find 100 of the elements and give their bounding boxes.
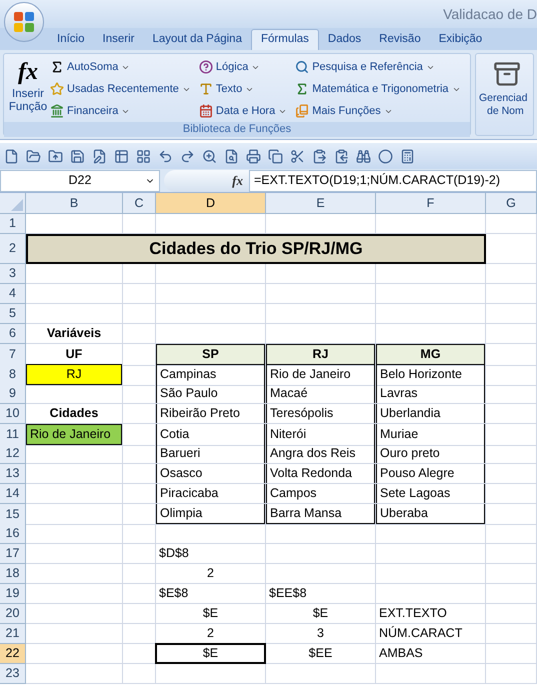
ribbon-tab[interactable]: Início — [48, 29, 94, 50]
empty-cell[interactable] — [486, 484, 537, 504]
empty-cell[interactable] — [156, 304, 266, 324]
save-icon[interactable] — [70, 148, 85, 164]
empty-cell[interactable] — [123, 624, 156, 644]
empty-cell[interactable] — [156, 524, 266, 544]
ribbon-command[interactable]: Mais Funções — [295, 100, 461, 122]
copy-icon[interactable] — [268, 148, 283, 164]
undo-icon[interactable] — [158, 148, 173, 164]
empty-cell[interactable] — [123, 444, 156, 464]
ribbon-tab[interactable]: Inserir — [94, 29, 144, 50]
empty-cell[interactable] — [376, 264, 486, 284]
row-header[interactable]: 8 — [0, 364, 26, 386]
row-header[interactable]: 21 — [0, 624, 26, 644]
ribbon-command[interactable]: Pesquisa e Referência — [295, 56, 461, 78]
ribbon-command[interactable]: Texto — [198, 78, 288, 100]
empty-cell[interactable] — [123, 664, 156, 684]
ribbon-command[interactable]: Data e Hora — [198, 100, 288, 122]
empty-cell[interactable] — [266, 524, 376, 544]
preview-icon[interactable] — [224, 148, 239, 164]
empty-cell[interactable] — [376, 664, 486, 684]
empty-cell[interactable] — [123, 284, 156, 304]
column-header[interactable]: D — [156, 193, 266, 213]
folder-icon[interactable] — [48, 148, 63, 164]
ribbon-command[interactable]: AutoSoma — [50, 56, 191, 78]
row-header[interactable]: 22 — [0, 644, 26, 664]
empty-cell[interactable] — [123, 544, 156, 564]
empty-cell[interactable] — [486, 584, 537, 604]
empty-cell[interactable] — [123, 264, 156, 284]
row-header[interactable]: 10 — [0, 404, 26, 424]
empty-cell[interactable] — [123, 564, 156, 584]
row-header[interactable]: 23 — [0, 664, 26, 684]
empty-cell[interactable] — [123, 304, 156, 324]
open-folder-icon[interactable] — [26, 148, 41, 164]
empty-cell[interactable] — [123, 584, 156, 604]
empty-cell[interactable] — [486, 364, 537, 386]
empty-cell[interactable] — [376, 524, 486, 544]
paste-icon[interactable] — [312, 148, 327, 164]
empty-cell[interactable] — [123, 324, 156, 344]
row-header[interactable]: 13 — [0, 464, 26, 484]
empty-cell[interactable] — [486, 384, 537, 404]
ribbon-tab[interactable]: Revisão — [370, 29, 430, 50]
row-header[interactable]: 15 — [0, 504, 26, 525]
empty-cell[interactable] — [156, 664, 266, 684]
ribbon-command[interactable]: Matemática e Trigonometria — [295, 78, 461, 100]
empty-cell[interactable] — [266, 564, 376, 584]
row-header[interactable]: 9 — [0, 384, 26, 404]
row-header[interactable]: 7 — [0, 344, 26, 366]
calculator-icon[interactable] — [400, 148, 415, 164]
empty-cell[interactable] — [156, 284, 266, 304]
empty-cell[interactable] — [486, 214, 537, 234]
row-header[interactable]: 17 — [0, 544, 26, 564]
empty-cell[interactable] — [266, 544, 376, 564]
empty-cell[interactable] — [486, 564, 537, 584]
printer-icon[interactable] — [246, 148, 261, 164]
empty-cell[interactable] — [266, 284, 376, 304]
empty-cell[interactable] — [486, 324, 537, 344]
empty-cell[interactable] — [486, 544, 537, 564]
row-header[interactable]: 12 — [0, 444, 26, 464]
row-header[interactable]: 20 — [0, 604, 26, 624]
column-header[interactable]: F — [376, 193, 486, 213]
row-header[interactable]: 18 — [0, 564, 26, 584]
ribbon-command[interactable]: Financeira — [50, 100, 191, 122]
row-header[interactable]: 4 — [0, 284, 26, 304]
row-header[interactable]: 1 — [0, 214, 26, 234]
ribbon-tab[interactable]: Layout da Página — [143, 29, 251, 50]
row-header[interactable]: 5 — [0, 304, 26, 324]
empty-cell[interactable] — [123, 404, 156, 424]
empty-cell[interactable] — [376, 564, 486, 584]
edit-file-icon[interactable] — [92, 148, 107, 164]
ribbon-command[interactable]: Lógica — [198, 56, 288, 78]
empty-cell[interactable] — [486, 304, 537, 324]
empty-cell[interactable] — [123, 504, 156, 525]
formula-field[interactable]: =EXT.TEXTO(D19;1;NÚM.CARACT(D19)-2) — [249, 170, 537, 192]
ribbon-tab[interactable]: Fórmulas — [250, 29, 319, 50]
empty-cell[interactable] — [266, 264, 376, 284]
empty-cell[interactable] — [123, 604, 156, 624]
row-header[interactable]: 2 — [0, 234, 26, 264]
ribbon-tab[interactable]: Dados — [318, 29, 370, 50]
column-header[interactable]: G — [486, 193, 537, 213]
empty-cell[interactable] — [376, 284, 486, 304]
cut-icon[interactable] — [290, 148, 305, 164]
empty-cell[interactable] — [486, 644, 537, 664]
empty-cell[interactable] — [123, 384, 156, 404]
empty-cell[interactable] — [123, 524, 156, 544]
row-header[interactable]: 11 — [0, 424, 26, 446]
empty-cell[interactable] — [486, 444, 537, 464]
row-header[interactable]: 3 — [0, 264, 26, 284]
grid-icon[interactable] — [136, 148, 151, 164]
empty-cell[interactable] — [266, 304, 376, 324]
empty-cell[interactable] — [376, 304, 486, 324]
column-header[interactable]: B — [26, 193, 123, 213]
binoculars-icon[interactable] — [356, 148, 371, 164]
insert-function-button[interactable]: fx Inserir Função — [6, 56, 50, 114]
row-header[interactable]: 14 — [0, 484, 26, 504]
clipboard-icon[interactable] — [334, 148, 349, 164]
ribbon-tab[interactable]: Exibição — [430, 29, 492, 50]
empty-cell[interactable] — [486, 284, 537, 304]
zoom-icon[interactable] — [202, 148, 217, 164]
empty-cell[interactable] — [123, 484, 156, 504]
